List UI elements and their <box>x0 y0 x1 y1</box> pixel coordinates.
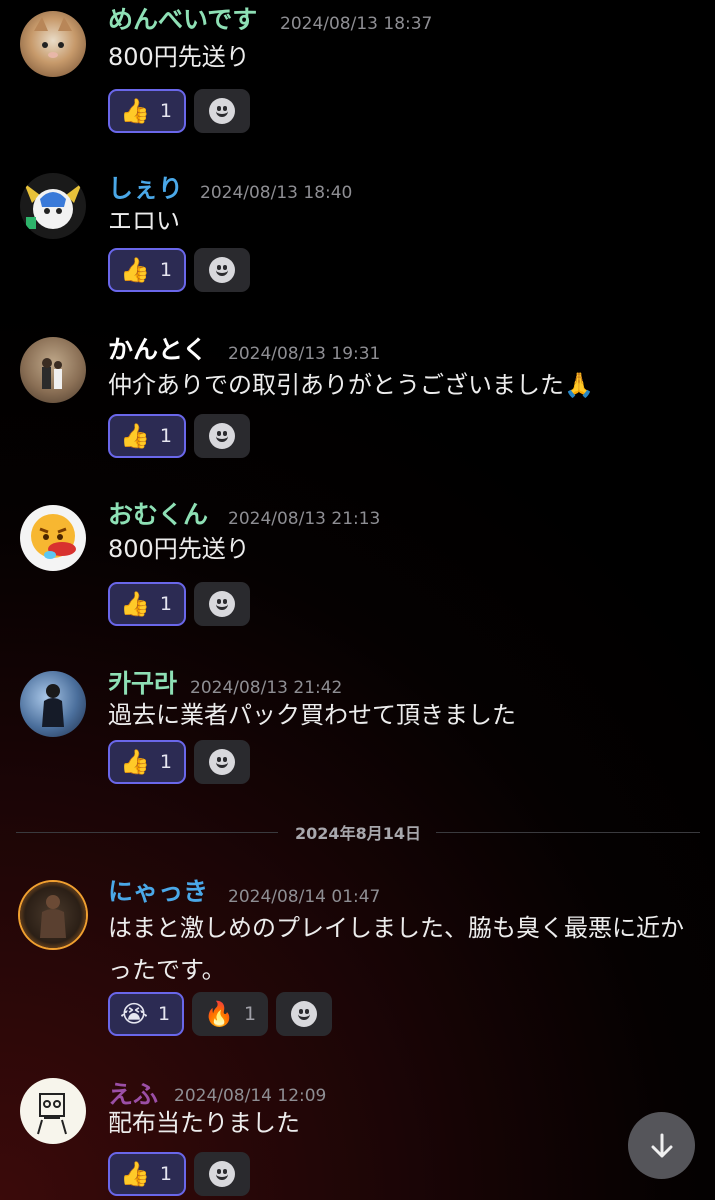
avatar[interactable] <box>20 337 86 403</box>
reaction-count: 1 <box>244 1003 257 1025</box>
reactions: 👍 1 <box>108 740 250 784</box>
add-reaction-button[interactable] <box>193 89 250 133</box>
add-reaction-button[interactable] <box>193 248 250 292</box>
reaction-emoji: 😭 <box>120 1000 149 1028</box>
reaction-chip[interactable]: 👍 1 <box>108 414 186 458</box>
avatar[interactable] <box>20 1078 86 1144</box>
arrow-down-icon <box>651 1133 672 1157</box>
add-reaction-button[interactable] <box>193 582 250 626</box>
message-text: エロい <box>108 207 180 235</box>
reactions: 👍 1 <box>108 414 250 458</box>
sketch-drawing-avatar-icon <box>37 1093 67 1135</box>
reaction-count: 1 <box>159 593 172 615</box>
reaction-count: 1 <box>159 751 172 773</box>
message-text: 800円先送り <box>108 535 250 563</box>
smiley-add-reaction-icon <box>208 591 235 617</box>
date-divider: 2024年8月14日 <box>16 817 700 847</box>
reactions: 😭 1 🔥 1 <box>108 992 333 1036</box>
scroll-to-bottom-button[interactable] <box>628 1112 695 1179</box>
photo-avatar-icon <box>42 358 62 389</box>
reaction-chip[interactable]: 👍 1 <box>108 248 186 292</box>
reactions: 👍 1 <box>108 582 250 626</box>
smiley-add-reaction-icon <box>208 257 235 283</box>
reaction-emoji: 🔥 <box>204 1000 235 1028</box>
reactions: 👍 1 <box>108 89 250 133</box>
avatar[interactable] <box>20 505 86 571</box>
author-name[interactable]: おむくん <box>108 500 208 530</box>
avatar[interactable] <box>20 882 86 948</box>
timestamp: 2024/08/13 19:31 <box>228 344 381 364</box>
smiley-add-reaction-icon <box>208 98 235 124</box>
reaction-chip[interactable]: 😭 1 <box>108 992 185 1036</box>
character-avatar-icon <box>40 895 66 938</box>
author-name[interactable]: めんべいです <box>108 5 257 35</box>
reaction-chip[interactable]: 👍 1 <box>108 582 186 626</box>
reaction-emoji: 👍 <box>120 1160 150 1188</box>
add-reaction-button[interactable] <box>276 992 333 1036</box>
emoji-face-avatar-icon <box>31 514 76 559</box>
smiley-add-reaction-icon <box>291 1001 318 1027</box>
author-name[interactable]: にゃっき <box>108 877 208 907</box>
avatar[interactable] <box>20 11 86 77</box>
reactions: 👍 1 <box>108 1152 250 1196</box>
message-text: 800円先送り <box>108 43 250 71</box>
add-reaction-button[interactable] <box>193 1152 250 1196</box>
reaction-emoji: 👍 <box>120 748 150 776</box>
message-text: 過去に業者パック買わせて頂きました <box>108 701 516 729</box>
reaction-count: 1 <box>159 425 172 447</box>
reaction-chip[interactable]: 👍 1 <box>108 1152 186 1196</box>
avatar[interactable] <box>20 671 86 737</box>
divider-line <box>436 832 700 833</box>
reaction-count: 1 <box>159 1163 172 1185</box>
author-name[interactable]: 카구라 <box>108 669 177 699</box>
reaction-chip[interactable]: 👍 1 <box>108 89 186 133</box>
reaction-emoji: 👍 <box>120 97 150 125</box>
add-reaction-button[interactable] <box>193 740 250 784</box>
author-name[interactable]: しぇり <box>108 174 183 204</box>
timestamp: 2024/08/13 18:37 <box>280 14 433 34</box>
smiley-add-reaction-icon <box>208 423 235 449</box>
author-name[interactable]: かんとく <box>108 335 207 365</box>
person-photo-avatar-icon <box>42 684 64 727</box>
smiley-add-reaction-icon <box>208 1161 235 1187</box>
reaction-chip[interactable]: 👍 1 <box>108 740 186 784</box>
smiley-add-reaction-icon <box>208 749 235 775</box>
add-reaction-button[interactable] <box>193 414 250 458</box>
reaction-count: 1 <box>158 1003 171 1025</box>
reaction-emoji: 👍 <box>120 590 150 618</box>
message-text: はまと激しめのプレイしました、脇も臭く最悪に近かったです。 <box>108 914 684 984</box>
message-text: 配布当たりました <box>108 1109 300 1137</box>
reaction-chip[interactable]: 🔥 1 <box>192 992 269 1036</box>
message-text: 仲介ありでの取引ありがとうございました🙏 <box>108 371 594 399</box>
anime-character-avatar-icon <box>24 183 82 229</box>
reaction-count: 1 <box>159 100 172 122</box>
avatar[interactable] <box>20 173 86 239</box>
reaction-count: 1 <box>159 259 172 281</box>
cat-avatar-icon <box>34 17 72 58</box>
reactions: 👍 1 <box>108 248 250 292</box>
reaction-emoji: 👍 <box>120 256 150 284</box>
reaction-emoji: 👍 <box>120 422 150 450</box>
